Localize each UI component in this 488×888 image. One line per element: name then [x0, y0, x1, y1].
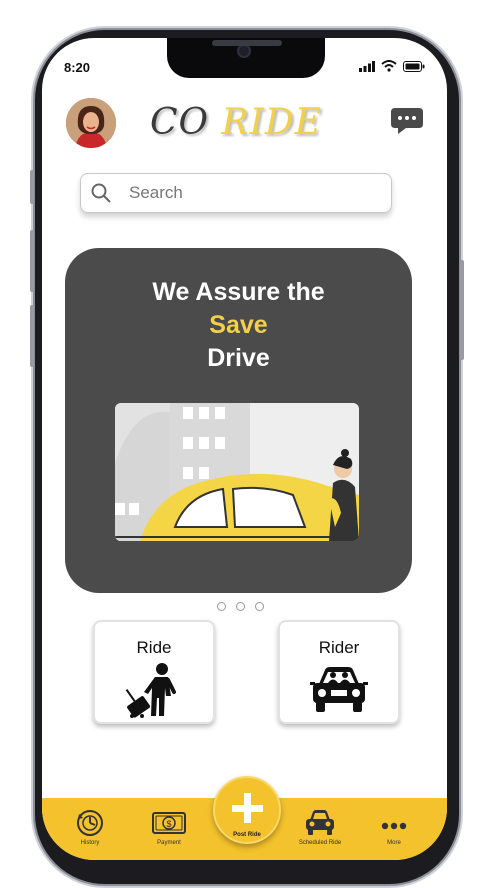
logo-part-co: CO	[150, 102, 210, 143]
search-input[interactable]	[129, 183, 349, 203]
chat-bubble-icon	[391, 108, 423, 134]
app-screen: 8:20 CO RIDE Search We Assure the Save D…	[42, 38, 447, 860]
speaker	[212, 40, 282, 46]
taxi-illustration	[115, 403, 359, 541]
payment-icon: $	[152, 812, 186, 834]
carousel-dot[interactable]	[255, 602, 264, 611]
chat-button[interactable]	[390, 106, 424, 141]
ride-option-label: Ride	[136, 638, 172, 657]
avatar[interactable]	[66, 98, 116, 148]
nav-scheduled-ride[interactable]: Scheduled Ride	[284, 808, 356, 846]
nav-payment[interactable]: $ Payment	[133, 808, 205, 846]
rider-option-label: Rider	[318, 638, 360, 657]
hero-line-1: We Assure the	[152, 278, 325, 306]
status-icons	[359, 60, 425, 72]
rider-option-card[interactable]: Rider	[278, 620, 400, 724]
search-bar[interactable]	[80, 173, 392, 213]
hero-banner: We Assure the Save Drive	[65, 248, 412, 593]
traveler-with-luggage-icon	[125, 663, 176, 718]
carousel-dot[interactable]	[236, 602, 245, 611]
more-dots-icon	[381, 822, 407, 830]
battery-icon	[403, 60, 425, 72]
search-icon	[91, 183, 111, 203]
carousel-dot[interactable]	[217, 602, 226, 611]
history-icon	[77, 810, 103, 836]
carousel-indicator[interactable]	[217, 602, 264, 611]
status-time: 8:20	[64, 60, 91, 75]
hero-line-2: Save	[209, 311, 268, 339]
nav-more-label: More	[387, 840, 401, 846]
logo-part-ride: RIDE	[221, 102, 322, 143]
car-with-passengers-icon	[310, 667, 368, 712]
signal-icon	[359, 60, 375, 72]
car-icon	[306, 810, 334, 835]
nav-more[interactable]: More	[358, 808, 430, 846]
nav-scheduled-ride-label: Scheduled Ride	[298, 840, 342, 846]
nav-payment-label: Payment	[157, 840, 181, 846]
app-logo: CO RIDE	[150, 102, 322, 143]
hero-line-3: Drive	[207, 344, 270, 372]
nav-history-label: History	[80, 840, 100, 846]
wifi-icon	[381, 60, 397, 72]
ride-option-card[interactable]: Ride	[93, 620, 215, 724]
svg-text:$: $	[166, 819, 171, 829]
user-avatar-icon	[66, 98, 116, 148]
post-ride-label: Post Ride	[233, 832, 261, 838]
nav-history[interactable]: History	[54, 808, 126, 846]
